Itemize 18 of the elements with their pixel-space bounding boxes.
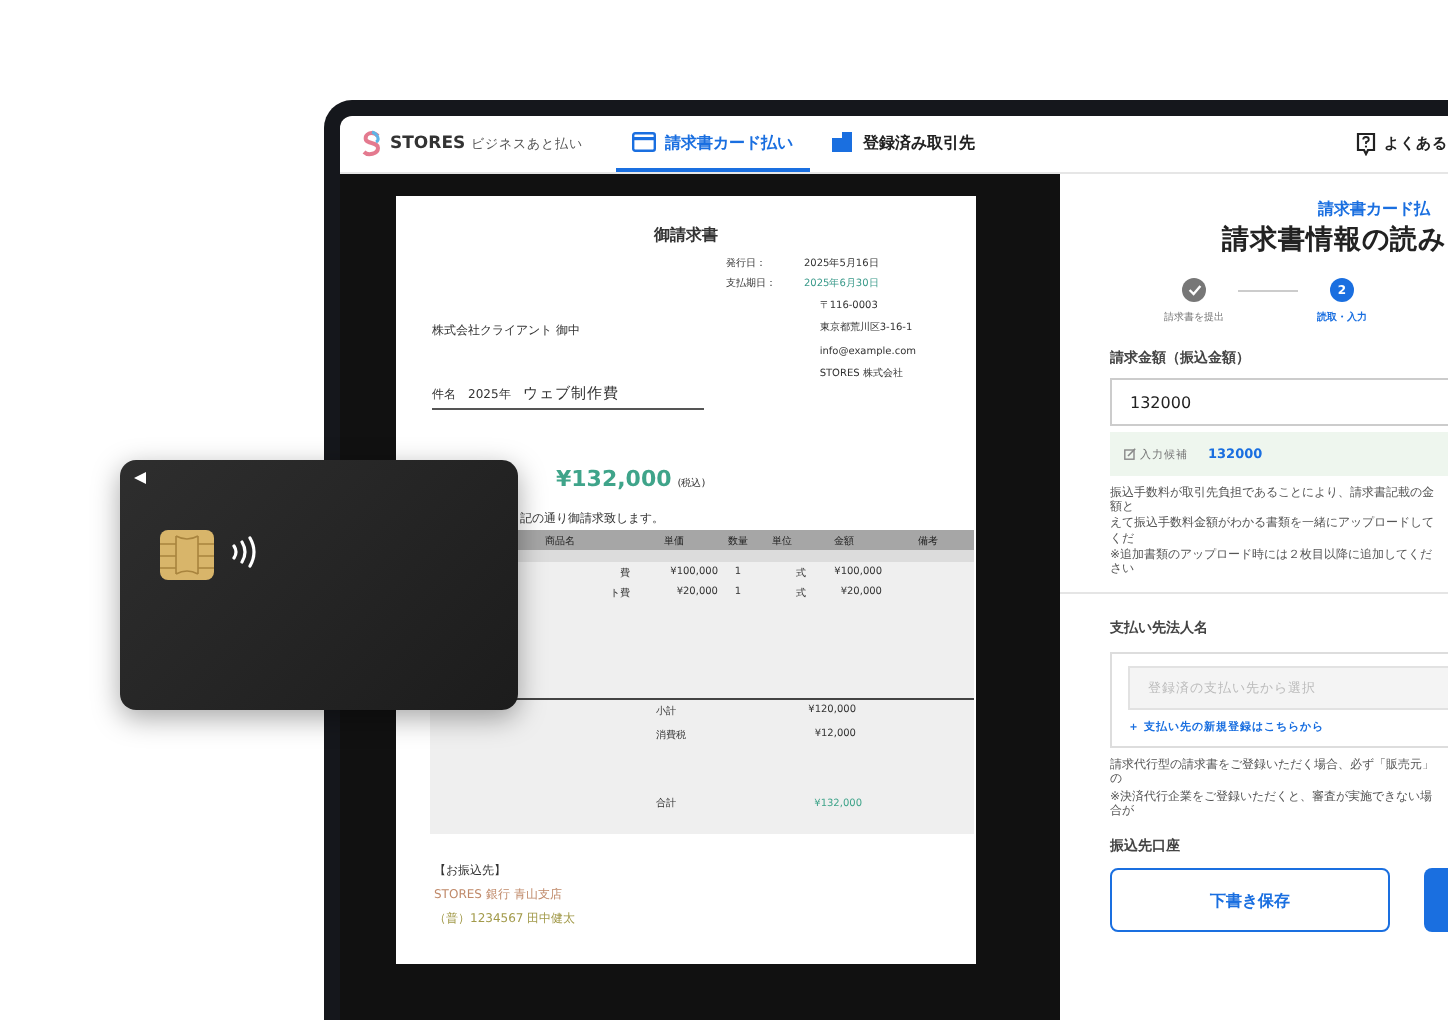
invoice-title: 御請求書 [652,224,720,246]
chip-icon [160,530,214,580]
page-eyebrow: 請求書カード払 [1316,198,1433,220]
primary-button[interactable] [1424,868,1448,933]
card-icon [631,132,656,152]
check-icon [1187,284,1201,296]
total-amount: ¥132,000 [556,466,672,492]
triangle-icon [134,472,146,484]
help-icon [1356,132,1376,156]
page-title: 請求書情報の読み [1219,222,1448,258]
nav-tab[interactable]: 登録済み取引先 [813,116,992,172]
logo-text: STORES [390,134,466,154]
logo-icon [360,130,384,158]
contactless-icon [230,532,260,572]
edit-icon [1124,448,1136,460]
amount-input[interactable]: 132000 [1110,378,1448,426]
buildings-icon [829,132,854,152]
save-draft-button[interactable]: 下書き保存 [1110,868,1390,933]
